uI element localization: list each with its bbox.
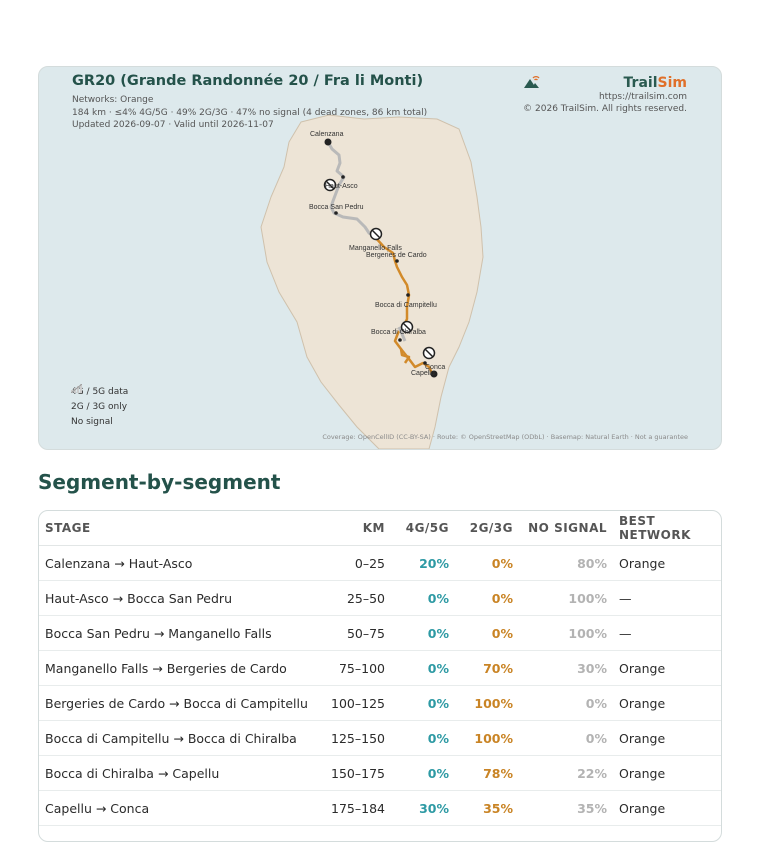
place-bocca-di-chiralba: Bocca di Chiralba bbox=[371, 329, 426, 336]
stage-cell: Calenzana → Haut-Asco bbox=[39, 545, 319, 581]
best-network-cell: Orange bbox=[613, 545, 721, 581]
waypoint-calenzana bbox=[324, 138, 332, 146]
best-network-cell: Orange bbox=[613, 720, 721, 756]
pct-4g5g-cell: 0% bbox=[391, 720, 455, 756]
pct-no-signal-cell: 30% bbox=[519, 650, 613, 686]
pct-2g3g-cell: 78% bbox=[455, 755, 519, 791]
route-map: Calenzana Haut-Asco Bocca San Pedru Mang… bbox=[38, 66, 722, 450]
pct-no-signal-cell: 100% bbox=[519, 615, 613, 651]
pct-2g3g-cell: 0% bbox=[455, 615, 519, 651]
pct-no-signal-cell: 35% bbox=[519, 790, 613, 826]
stage-cell: Capellu → Conca bbox=[39, 790, 319, 826]
no-signal-icon bbox=[71, 384, 82, 393]
legend-2g3g: 2G / 3G only bbox=[71, 384, 128, 414]
km-cell: 50–75 bbox=[319, 615, 391, 651]
updated-line: Updated 2026-09-07 · Valid until 2026-11… bbox=[72, 120, 274, 130]
best-network-cell: — bbox=[613, 580, 721, 616]
best-network-cell: Orange bbox=[613, 685, 721, 721]
col-stage[interactable]: STAGE bbox=[39, 511, 319, 546]
brand-url[interactable]: https://trailsim.com bbox=[523, 91, 687, 103]
map-legend: 4G / 5G data 2G / 3G only No signal bbox=[71, 384, 128, 429]
pct-4g5g-cell: 0% bbox=[391, 615, 455, 651]
stage-cell: Manganello Falls → Bergeries de Cardo bbox=[39, 650, 319, 686]
corsica-island bbox=[260, 114, 484, 449]
km-cell: 175–184 bbox=[319, 790, 391, 826]
stats-line: 184 km · ≤4% 4G/5G · 49% 2G/3G · 47% no … bbox=[72, 107, 428, 118]
place-bergeries-de-cardo: Bergeries de Cardo bbox=[366, 252, 427, 259]
place-calenzana: Calenzana bbox=[310, 131, 344, 138]
table-row[interactable]: Manganello Falls → Bergeries de Cardo 75–… bbox=[39, 650, 721, 686]
col-4g5g[interactable]: 4G/5G bbox=[391, 511, 455, 546]
brand-copyright: © 2026 TrailSim. All rights reserved. bbox=[523, 104, 687, 114]
table-row[interactable]: Bocca San Pedru → Manganello Falls 50–75 0… bbox=[39, 615, 721, 651]
route-meta: Networks: Orange 184 km · ≤4% 4G/5G · 49… bbox=[72, 94, 427, 132]
pct-no-signal-cell: 22% bbox=[519, 755, 613, 791]
col-2g3g[interactable]: 2G/3G bbox=[455, 511, 519, 546]
section-title: Segment-by-segment bbox=[38, 470, 281, 494]
pct-no-signal-cell: 80% bbox=[519, 545, 613, 581]
legend-no-signal: No signal bbox=[71, 384, 128, 429]
networks-line: Networks: Orange bbox=[72, 95, 154, 105]
place-bocca-di-campitellu: Bocca di Campitellu bbox=[375, 302, 437, 309]
route-title: GR20 (Grande Randonnée 20 / Fra li Monti… bbox=[72, 73, 424, 89]
place-bocca-san-pedru: Bocca San Pedru bbox=[309, 204, 364, 211]
segment-table: STAGE KM 4G/5G 2G/3G NO SIGNAL BEST NETW… bbox=[39, 511, 721, 826]
place-manganello-falls: Manganello Falls bbox=[349, 245, 402, 252]
table-row[interactable]: Bocca di Chiralba → Capellu 150–175 0% 78% 2… bbox=[39, 755, 721, 791]
map-credits: Coverage: OpenCellID (CC-BY-SA) · Route:… bbox=[322, 433, 688, 441]
place-capellu: Capellu bbox=[411, 370, 435, 377]
table-row[interactable]: Bocca di Campitellu → Bocca di Chiralba 1… bbox=[39, 720, 721, 756]
pct-no-signal-cell: 0% bbox=[519, 720, 613, 756]
segment-table-card: STAGE KM 4G/5G 2G/3G NO SIGNAL BEST NETW… bbox=[38, 510, 722, 842]
stage-cell: Bocca di Campitellu → Bocca di Chiralba bbox=[39, 720, 319, 756]
brand-logo[interactable]: TrailSim bbox=[523, 75, 687, 91]
legend-label: No signal bbox=[71, 416, 113, 427]
stage-cell: Bocca di Chiralba → Capellu bbox=[39, 755, 319, 791]
col-best-network[interactable]: BEST NETWORK bbox=[613, 511, 721, 546]
pct-no-signal-cell: 0% bbox=[519, 685, 613, 721]
pct-4g5g-cell: 0% bbox=[391, 580, 455, 616]
col-no-signal[interactable]: NO SIGNAL bbox=[519, 511, 613, 546]
km-cell: 75–100 bbox=[319, 650, 391, 686]
table-row[interactable]: Capellu → Conca 175–184 30% 35% 35% Orange bbox=[39, 790, 721, 826]
pct-4g5g-cell: 0% bbox=[391, 755, 455, 791]
col-km[interactable]: KM bbox=[319, 511, 391, 546]
pct-2g3g-cell: 0% bbox=[455, 545, 519, 581]
brand-block: TrailSim https://trailsim.com © 2026 Tra… bbox=[523, 75, 687, 115]
best-network-cell: Orange bbox=[613, 790, 721, 826]
brand-name-part2: Sim bbox=[657, 75, 687, 91]
best-network-cell: — bbox=[613, 615, 721, 651]
pct-2g3g-cell: 70% bbox=[455, 650, 519, 686]
table-row[interactable]: Haut-Asco → Bocca San Pedru 25–50 0% 0% 100%… bbox=[39, 580, 721, 616]
km-cell: 150–175 bbox=[319, 755, 391, 791]
table-header-row: STAGE KM 4G/5G 2G/3G NO SIGNAL BEST NETW… bbox=[39, 511, 721, 546]
km-cell: 0–25 bbox=[319, 545, 391, 581]
pct-2g3g-cell: 100% bbox=[455, 720, 519, 756]
brand-name-part1: Trail bbox=[623, 75, 658, 91]
pct-no-signal-cell: 100% bbox=[519, 580, 613, 616]
pct-4g5g-cell: 20% bbox=[391, 545, 455, 581]
km-cell: 25–50 bbox=[319, 580, 391, 616]
pct-4g5g-cell: 0% bbox=[391, 650, 455, 686]
table-row[interactable]: Bergeries de Cardo → Bocca di Campitellu… bbox=[39, 685, 721, 721]
pct-4g5g-cell: 30% bbox=[391, 790, 455, 826]
km-cell: 100–125 bbox=[319, 685, 391, 721]
place-haut-asco: Haut-Asco bbox=[325, 183, 358, 190]
mountain-signal-icon bbox=[524, 76, 540, 88]
pct-4g5g-cell: 0% bbox=[391, 685, 455, 721]
best-network-cell: Orange bbox=[613, 650, 721, 686]
pct-2g3g-cell: 0% bbox=[455, 580, 519, 616]
stage-cell: Bergeries de Cardo → Bocca di Campitellu bbox=[39, 685, 319, 721]
km-cell: 125–150 bbox=[319, 720, 391, 756]
pct-2g3g-cell: 35% bbox=[455, 790, 519, 826]
stage-cell: Bocca San Pedru → Manganello Falls bbox=[39, 615, 319, 651]
table-row[interactable]: Calenzana → Haut-Asco 0–25 20% 0% 80% Orange bbox=[39, 545, 721, 581]
best-network-cell: Orange bbox=[613, 755, 721, 791]
pct-2g3g-cell: 100% bbox=[455, 685, 519, 721]
legend-label: 2G / 3G only bbox=[71, 401, 128, 412]
stage-cell: Haut-Asco → Bocca San Pedru bbox=[39, 580, 319, 616]
